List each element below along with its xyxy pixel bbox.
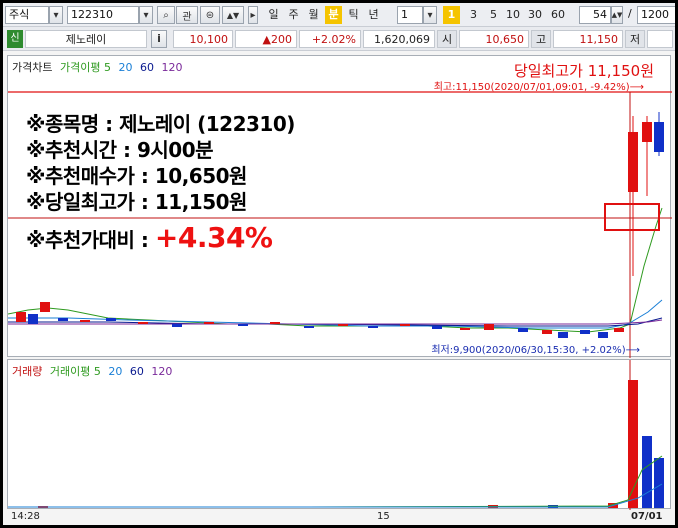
period-week[interactable]: 주 (285, 6, 302, 24)
recommendation-info: ※종목명 : 제노레이 (122310) ※추천시간 : 9시00분 ※추천매수… (26, 111, 295, 253)
volume-bars (38, 380, 664, 508)
open-label: 시 (437, 30, 457, 48)
legend-ma60: 60 (139, 61, 154, 74)
interval-value: 1 (401, 8, 408, 21)
legend-ma120: 120 (161, 61, 183, 74)
minute-60-button[interactable]: 60 (548, 6, 568, 24)
info-stock-name: ※종목명 : 제노레이 (122310) (26, 112, 295, 136)
interval-input[interactable]: 1 (397, 6, 423, 24)
toolbar: 주식 ▾ 122310 ▾ ⌕ 관 ⊜ ▲▼ ▸ 일 주 월 분 틱 년 1 ▾… (3, 3, 675, 27)
legend-ma5: 가격이평 5 (59, 61, 111, 74)
stock-code-value: 122310 (71, 8, 113, 21)
toggle-arrow-icon[interactable]: ▸ (248, 6, 258, 24)
count-separator: / (628, 7, 632, 20)
info-buy-price: ※추천매수가 : 10,650원 (26, 164, 247, 188)
highlight-box (604, 203, 660, 231)
period-day[interactable]: 일 (265, 6, 282, 24)
market-dropdown-icon[interactable]: ▾ (49, 6, 63, 24)
legend-vol-ma5: 거래이평 5 (49, 365, 101, 378)
min-price-label: 최저:9,900(2020/06/30,15:30, +2.02%)⟶ (431, 345, 640, 356)
vol-ma20-line (8, 483, 663, 508)
legend-vol-ma20: 20 (108, 365, 123, 378)
max-price-label: 최고:11,150(2020/07/01,09:01, -9.42%)⟶ (433, 82, 644, 93)
interval-dropdown-icon[interactable]: ▾ (423, 6, 437, 24)
legend-vol-ma120: 120 (151, 365, 173, 378)
total-input[interactable]: 1200 (637, 6, 675, 24)
related-button-label: 관 (182, 11, 192, 23)
market-select[interactable]: 주식 (5, 6, 49, 24)
search-icon[interactable]: ⌕ (157, 6, 175, 24)
info-high-price: ※당일최고가 : 11,150원 (26, 190, 247, 214)
period-month[interactable]: 월 (305, 6, 322, 24)
period-year[interactable]: 년 (365, 6, 382, 24)
total-value: 1200 (641, 8, 669, 21)
volume-legend: 거래량 거래이평 5 20 60 120 (12, 363, 176, 379)
info-button-label: i (157, 32, 161, 45)
minute-3-button[interactable]: 3 (465, 6, 482, 24)
price-legend: 가격차트 가격이평 5 20 60 120 (12, 59, 186, 75)
info-recommend-time: ※추천시간 : 9시00분 (26, 138, 214, 162)
time-axis-start: 14:28 (11, 511, 40, 522)
open-price: 10,650 (459, 30, 529, 48)
time-axis: 14:28 15 07/01 (7, 511, 671, 525)
info-return: ※추천가대비 : +4.34% (26, 224, 295, 253)
info-return-label: ※추천가대비 : (26, 228, 155, 252)
trade-volume: 1,620,069 (363, 30, 435, 48)
legend-ma20: 20 (118, 61, 133, 74)
chart-window: 주식 ▾ 122310 ▾ ⌕ 관 ⊜ ▲▼ ▸ 일 주 월 분 틱 년 1 ▾… (3, 3, 675, 525)
volume-chart-pane[interactable]: 거래량 거래이평 5 20 60 120 (7, 359, 671, 510)
stock-code-input[interactable]: 122310 (67, 6, 139, 24)
info-button[interactable]: i (151, 30, 167, 48)
new-badge: 신 (7, 30, 23, 48)
high-price: 11,150 (553, 30, 623, 48)
low-price (647, 30, 673, 48)
time-axis-date: 07/01 (631, 511, 663, 522)
volume-chart-canvas (8, 360, 664, 510)
current-price: 10,100 (173, 30, 233, 48)
vol-ma5-line (8, 455, 663, 508)
legend-volume: 거래량 (12, 365, 43, 378)
code-dropdown-icon[interactable]: ▾ (139, 6, 153, 24)
minute-5-button[interactable]: 5 (485, 6, 502, 24)
candles-baseline (16, 302, 624, 338)
minute-30-button[interactable]: 30 (525, 6, 545, 24)
updown-stepper-icon[interactable]: ▲▼ (222, 6, 244, 24)
link-icon[interactable]: ⊜ (200, 6, 220, 24)
minute-1-button[interactable]: 1 (443, 6, 460, 24)
count-input[interactable]: 54 (579, 6, 611, 24)
time-axis-mid: 15 (377, 511, 390, 522)
legend-price-chart: 가격차트 (12, 61, 53, 74)
low-label: 저 (625, 30, 645, 48)
related-button[interactable]: 관 (176, 6, 198, 24)
period-minute[interactable]: 분 (325, 6, 342, 24)
change-percent: +2.02% (299, 30, 361, 48)
candles-today (628, 112, 664, 276)
high-label: 고 (531, 30, 551, 48)
legend-vol-ma60: 60 (129, 365, 144, 378)
price-change: ▲200 (235, 30, 297, 48)
minute-10-button[interactable]: 10 (503, 6, 523, 24)
quote-bar: 신 제노레이 i 10,100 ▲200 +2.02% 1,620,069 시 … (3, 27, 675, 51)
count-stepper-icon[interactable]: ▲▼ (611, 6, 623, 24)
market-select-value: 주식 (9, 8, 30, 21)
price-chart-pane[interactable]: 가격차트 가격이평 5 20 60 120 당일최고가 11,150원 최고:1… (7, 55, 672, 358)
info-return-percent: +4.34% (154, 221, 273, 254)
period-tick[interactable]: 틱 (345, 6, 362, 24)
count-value: 54 (593, 8, 607, 21)
stock-name[interactable]: 제노레이 (25, 30, 147, 48)
